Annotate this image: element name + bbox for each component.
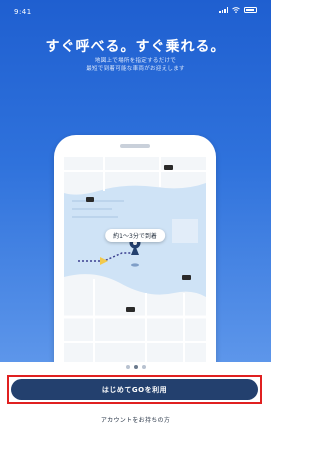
- start-button[interactable]: はじめてGOを利用: [11, 379, 258, 400]
- battery-icon: [244, 7, 257, 13]
- map-illustration: 約1〜3分で到着: [64, 157, 206, 362]
- headline: すぐ呼べる。すぐ乗れる。: [45, 39, 226, 55]
- onboarding-screen: 9:41 すぐ呼べる。すぐ乗れる。 地図上で場所を指定するだけで 最短で到着可能…: [0, 0, 271, 454]
- wifi-icon: [232, 7, 240, 13]
- page-indicator: [0, 365, 271, 369]
- page-dot-active[interactable]: [133, 365, 138, 369]
- hero-panel: 9:41 すぐ呼べる。すぐ乗れる。 地図上で場所を指定するだけで 最短で到着可能…: [0, 0, 271, 362]
- subtext-line-1: 地図上で場所を指定するだけで: [94, 58, 177, 64]
- existing-account-link[interactable]: アカウントをお持ちの方: [0, 415, 271, 424]
- subtext-line-2: 最短で到着可能な車両がお迎えします: [86, 66, 185, 72]
- status-bar: 9:41: [0, 0, 271, 22]
- eta-bubble: 約1〜3分で到着: [105, 229, 165, 242]
- cta-highlight-frame: はじめてGOを利用: [7, 375, 262, 404]
- status-icons: [219, 7, 257, 13]
- phone-speaker: [120, 144, 150, 148]
- signal-icon: [219, 7, 228, 13]
- page-dot[interactable]: [141, 365, 146, 369]
- status-time: 9:41: [14, 8, 32, 16]
- phone-illustration: 約1〜3分で到着: [54, 135, 216, 362]
- page-dot[interactable]: [125, 365, 130, 369]
- map-graphic: [64, 157, 206, 362]
